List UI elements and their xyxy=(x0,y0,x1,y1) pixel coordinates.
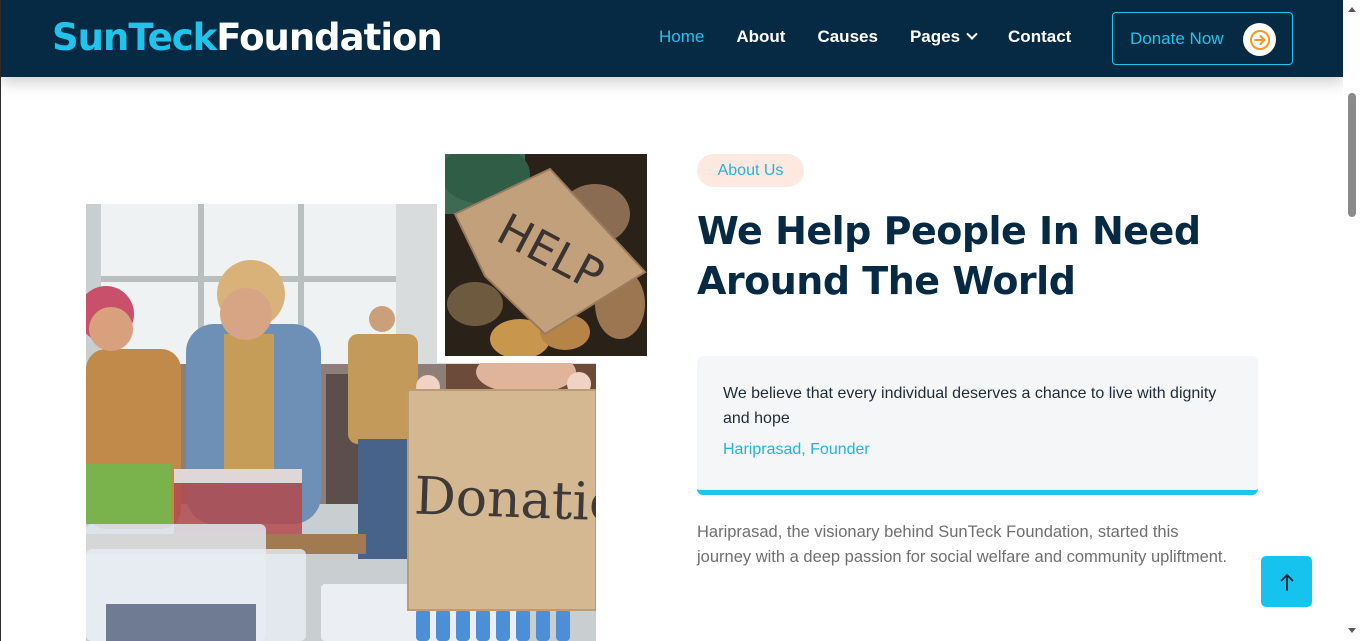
heading-line-2: Around The World xyxy=(697,259,1076,303)
donate-now-label: Donate Now xyxy=(1130,28,1224,48)
section-heading: We Help People In Need Around The World xyxy=(697,206,1257,306)
vertical-scrollbar[interactable] xyxy=(1343,0,1361,641)
donation-sign-text: Donation xyxy=(413,467,596,535)
quote-text: We believe that every individual deserve… xyxy=(723,385,1217,427)
arrow-up-icon xyxy=(1280,573,1293,591)
donate-now-button[interactable]: Donate Now xyxy=(1112,12,1293,65)
back-to-top-button[interactable] xyxy=(1261,556,1312,607)
heading-line-1: We Help People In Need xyxy=(697,209,1201,253)
logo-part-2: Foundation xyxy=(216,16,442,59)
quote-author: Hariprasad, Founder xyxy=(723,441,870,458)
scroll-up-arrow-icon[interactable] xyxy=(1348,7,1356,12)
site-logo[interactable]: SunTeckFoundation xyxy=(52,14,443,62)
help-sign-photo-frame: HELP xyxy=(437,147,654,363)
nav-contact[interactable]: Contact xyxy=(1008,26,1071,48)
chevron-down-icon xyxy=(966,28,978,40)
logo-part-1: SunTeck xyxy=(52,16,217,59)
scrollbar-thumb[interactable] xyxy=(1348,93,1356,217)
site-header: SunTeckFoundation Home About Causes Page… xyxy=(1,0,1343,77)
scroll-down-arrow-icon[interactable] xyxy=(1348,628,1356,633)
nav-causes[interactable]: Causes xyxy=(817,26,877,48)
nav-home[interactable]: Home xyxy=(659,26,704,48)
page: SunTeckFoundation Home About Causes Page… xyxy=(0,0,1343,641)
nav-pages[interactable]: Pages xyxy=(909,26,978,48)
nav-about[interactable]: About xyxy=(736,26,785,48)
about-paragraph: Hariprasad, the visionary behind SunTeck… xyxy=(697,523,1228,566)
help-sign-photo: HELP xyxy=(445,154,647,356)
founder-quote-card: We believe that every individual deserve… xyxy=(697,356,1258,495)
main-nav: Home About Causes Pages Contact xyxy=(659,26,1103,48)
section-badge: About Us xyxy=(697,154,804,187)
nav-pages-label: Pages xyxy=(909,27,961,46)
arrow-right-icon xyxy=(1243,23,1276,56)
